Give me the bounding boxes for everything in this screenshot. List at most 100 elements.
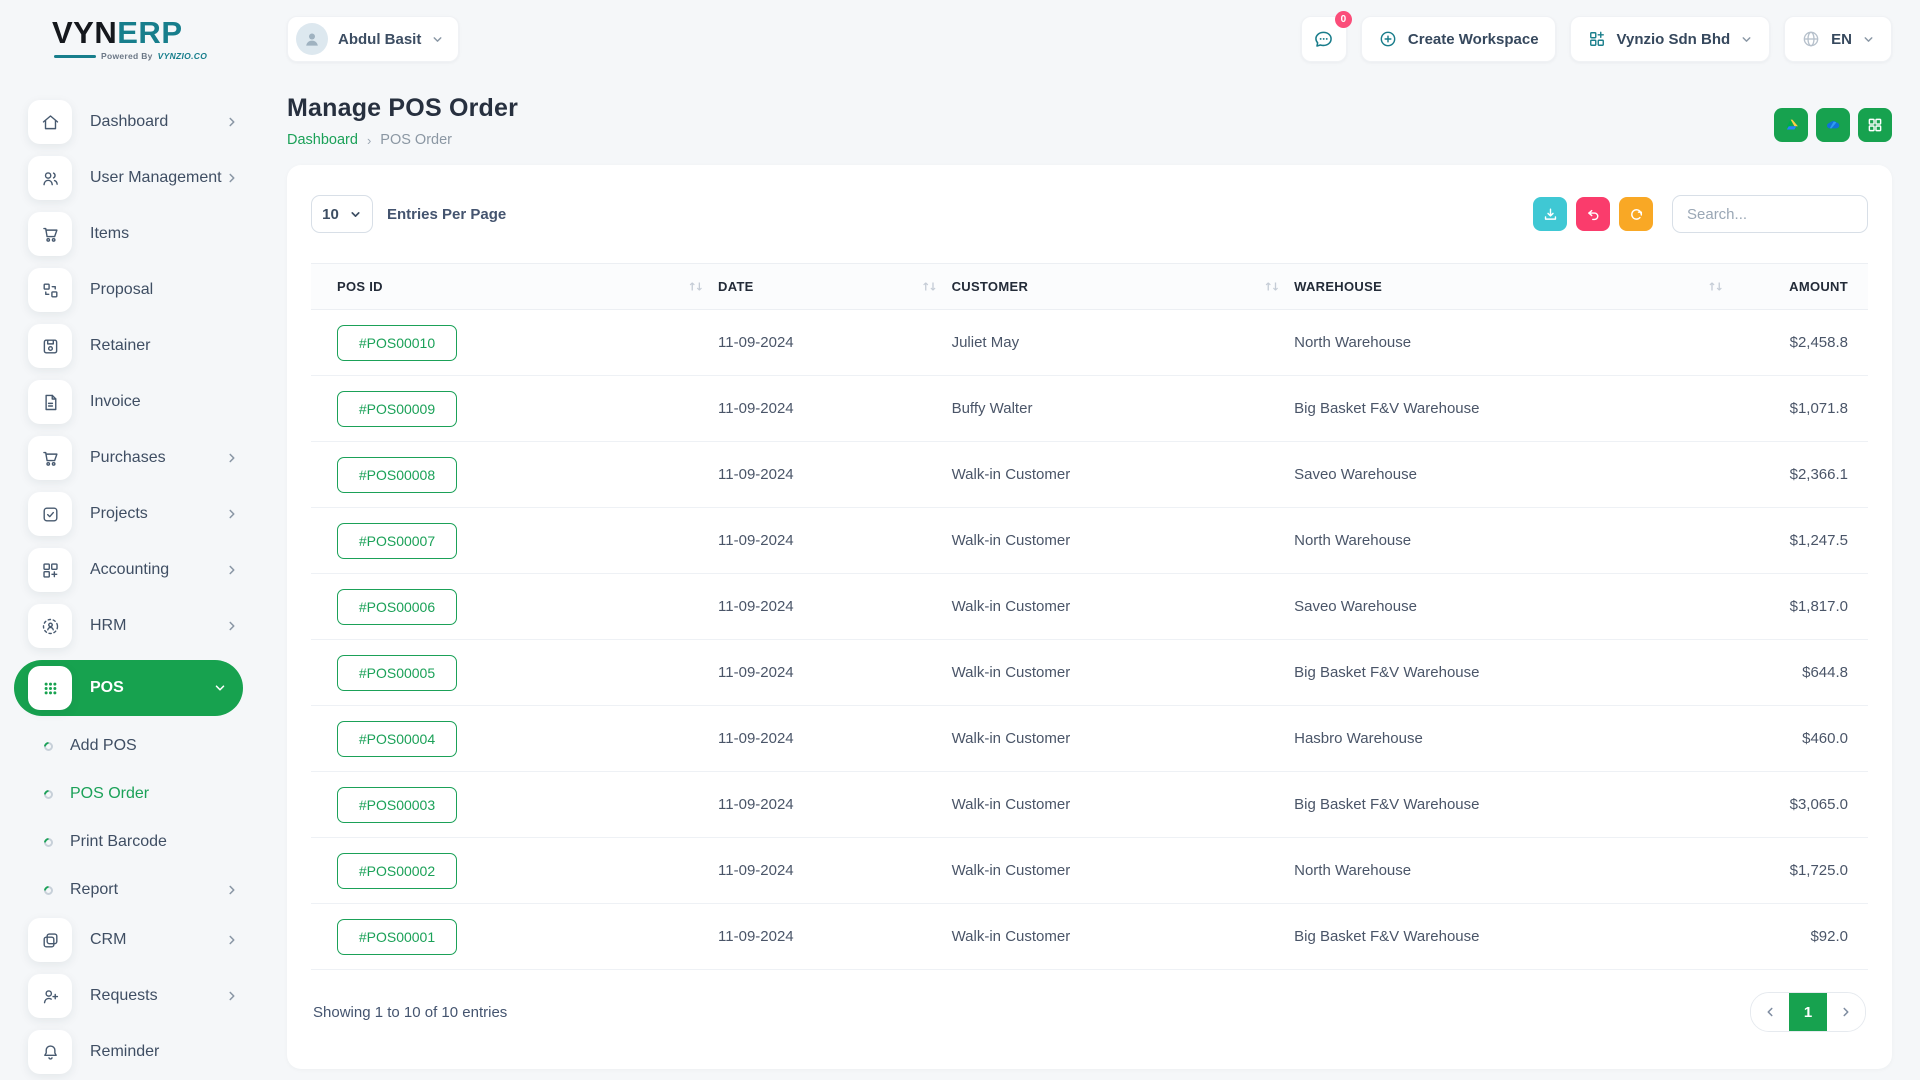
pos-id-button[interactable]: #POS00003 — [337, 787, 457, 823]
chevron-right-icon — [1839, 1005, 1853, 1019]
chevron-right-icon — [225, 619, 239, 633]
breadcrumb-dashboard-link[interactable]: Dashboard — [287, 132, 358, 148]
sidebar-subitem-report[interactable]: Report — [44, 870, 243, 910]
cell-amount: $2,366.1 — [1728, 442, 1868, 508]
table-row: #POS00003 11-09-2024 Walk-in Customer Bi… — [311, 772, 1868, 838]
chevron-down-icon — [1740, 33, 1753, 46]
pos-id-button[interactable]: #POS00005 — [337, 655, 457, 691]
bell-icon — [28, 1030, 72, 1074]
main-content: Manage POS Order Dashboard › POS Order — [257, 78, 1920, 1080]
plus-circle-icon — [1378, 29, 1398, 49]
undo-icon — [1585, 206, 1602, 223]
cell-customer: Walk-in Customer — [942, 640, 1285, 706]
cart-icon — [28, 212, 72, 256]
column-customer[interactable]: CUSTOMER↑↓ — [942, 264, 1285, 310]
sidebar-item-dashboard[interactable]: Dashboard — [28, 100, 243, 144]
create-workspace-button[interactable]: Create Workspace — [1361, 16, 1556, 62]
chevron-right-icon — [225, 883, 239, 897]
chevron-right-icon — [225, 451, 239, 465]
sidebar-subitem-pos-order[interactable]: POS Order — [44, 774, 243, 814]
chevron-down-icon — [349, 208, 362, 221]
grid-view-button[interactable] — [1858, 108, 1892, 142]
table-row: #POS00009 11-09-2024 Buffy Walter Big Ba… — [311, 376, 1868, 442]
sidebar-subitem-add-pos[interactable]: Add POS — [44, 726, 243, 766]
sidebar-item-purchases[interactable]: Purchases — [28, 436, 243, 480]
sidebar-item-accounting[interactable]: Accounting — [28, 548, 243, 592]
sidebar-item-reminder[interactable]: Reminder — [28, 1030, 243, 1074]
refresh-button[interactable] — [1619, 197, 1653, 231]
entries-value: 10 — [322, 206, 339, 223]
sidebar-item-requests[interactable]: Requests — [28, 974, 243, 1018]
cloud-actions — [1774, 108, 1892, 142]
sidebar-item-crm[interactable]: CRM — [28, 918, 243, 962]
cell-warehouse: North Warehouse — [1284, 310, 1728, 376]
create-workspace-label: Create Workspace — [1408, 31, 1539, 48]
pos-id-button[interactable]: #POS00009 — [337, 391, 457, 427]
column-amount[interactable]: AMOUNT — [1728, 264, 1868, 310]
chevron-down-icon — [213, 681, 227, 695]
cell-customer: Buffy Walter — [942, 376, 1285, 442]
page-1-button[interactable]: 1 — [1789, 993, 1827, 1031]
users-icon — [28, 156, 72, 200]
breadcrumb-separator: › — [367, 133, 371, 148]
pos-id-button[interactable]: #POS00010 — [337, 325, 457, 361]
cell-amount: $92.0 — [1728, 904, 1868, 970]
chevron-right-icon — [225, 507, 239, 521]
download-icon — [1542, 206, 1559, 223]
showing-entries-text: Showing 1 to 10 of 10 entries — [313, 1004, 507, 1021]
check-square-icon — [28, 492, 72, 536]
sidebar-item-hrm[interactable]: HRM — [28, 604, 243, 648]
chat-button[interactable]: 0 — [1301, 16, 1347, 62]
brand-tagline: Powered By VYNZIO.CO — [54, 51, 257, 61]
pos-id-button[interactable]: #POS00004 — [337, 721, 457, 757]
column-date[interactable]: DATE↑↓ — [708, 264, 942, 310]
sort-icon[interactable]: ↑↓ — [1264, 280, 1278, 293]
cell-warehouse: Big Basket F&V Warehouse — [1284, 640, 1728, 706]
brand-logo[interactable]: VYNERP Powered By VYNZIO.CO — [0, 0, 257, 78]
user-menu[interactable]: Abdul Basit — [287, 16, 459, 62]
cell-warehouse: Hasbro Warehouse — [1284, 706, 1728, 772]
workspace-select[interactable]: Vynzio Sdn Bhd — [1570, 16, 1771, 62]
chevron-right-icon — [225, 115, 239, 129]
sort-icon[interactable]: ↑↓ — [1707, 280, 1721, 293]
sort-icon[interactable]: ↑↓ — [921, 280, 935, 293]
cell-customer: Juliet May — [942, 310, 1285, 376]
avatar — [296, 23, 328, 55]
bullet-icon — [42, 884, 55, 897]
next-page-button[interactable] — [1827, 993, 1865, 1031]
sidebar-subitem-print-barcode[interactable]: Print Barcode — [44, 822, 243, 862]
sidebar-item-projects[interactable]: Projects — [28, 492, 243, 536]
sidebar-item-pos[interactable]: POS — [14, 660, 243, 716]
sidebar-item-retainer[interactable]: Retainer — [28, 324, 243, 368]
cell-amount: $1,247.5 — [1728, 508, 1868, 574]
onedrive-button[interactable] — [1816, 108, 1850, 142]
sidebar-item-user-management[interactable]: User Management — [28, 156, 243, 200]
sidebar-item-invoice[interactable]: Invoice — [28, 380, 243, 424]
grid-plus-icon — [28, 548, 72, 592]
table-row: #POS00004 11-09-2024 Walk-in Customer Ha… — [311, 706, 1868, 772]
column-warehouse[interactable]: WAREHOUSE↑↓ — [1284, 264, 1728, 310]
grid-dots-icon — [28, 666, 72, 710]
pos-id-button[interactable]: #POS00006 — [337, 589, 457, 625]
pos-order-table: POS ID↑↓ DATE↑↓ CUSTOMER↑↓ WAREHOUSE↑↓ A… — [311, 263, 1868, 970]
undo-button[interactable] — [1576, 197, 1610, 231]
sidebar-item-proposal[interactable]: Proposal — [28, 268, 243, 312]
entries-label: Entries Per Page — [387, 206, 506, 223]
search-input[interactable] — [1672, 195, 1868, 233]
language-select[interactable]: EN — [1784, 16, 1892, 62]
tagline-bar — [54, 55, 96, 58]
chat-badge: 0 — [1335, 11, 1352, 28]
entries-per-page-select[interactable]: 10 — [311, 195, 373, 233]
pos-id-button[interactable]: #POS00002 — [337, 853, 457, 889]
pos-id-button[interactable]: #POS00007 — [337, 523, 457, 559]
prev-page-button[interactable] — [1751, 993, 1789, 1031]
download-button[interactable] — [1533, 197, 1567, 231]
cell-customer: Walk-in Customer — [942, 772, 1285, 838]
sidebar-item-items[interactable]: Items — [28, 212, 243, 256]
sort-icon[interactable]: ↑↓ — [688, 280, 702, 293]
google-drive-button[interactable] — [1774, 108, 1808, 142]
pos-id-button[interactable]: #POS00001 — [337, 919, 457, 955]
column-pos-id[interactable]: POS ID↑↓ — [311, 264, 708, 310]
pos-id-button[interactable]: #POS00008 — [337, 457, 457, 493]
cell-customer: Walk-in Customer — [942, 508, 1285, 574]
